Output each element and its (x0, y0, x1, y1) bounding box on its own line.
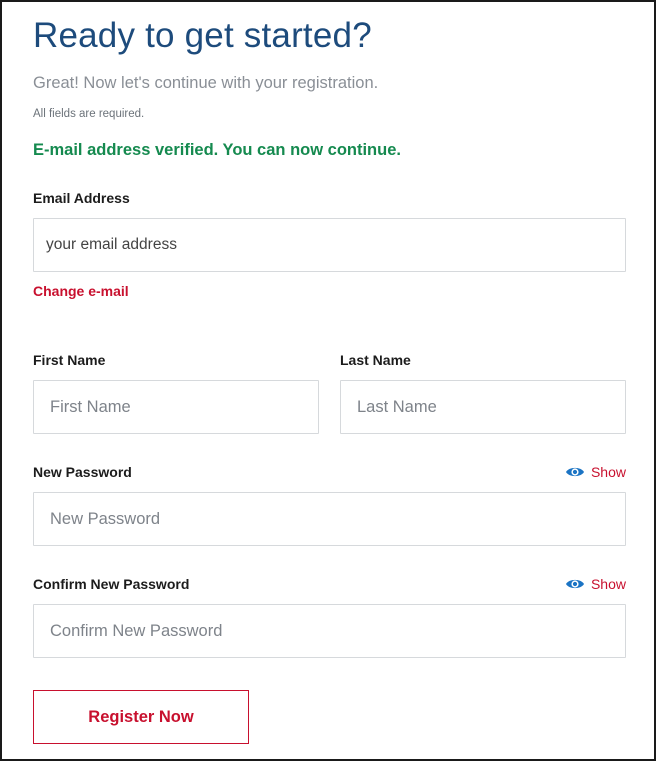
page-subtitle: Great! Now let's continue with your regi… (33, 74, 379, 92)
confirm-password-label: Confirm New Password (33, 576, 190, 592)
email-verified-message: E-mail address verified. You can now con… (33, 141, 401, 159)
required-fields-note: All fields are required. (33, 108, 145, 120)
confirm-password-show-toggle[interactable]: Show (565, 576, 626, 592)
new-password-field[interactable] (33, 492, 626, 546)
eye-icon (565, 465, 585, 479)
first-name-label: First Name (33, 352, 106, 368)
page-title: Ready to get started? (33, 16, 372, 55)
confirm-password-field[interactable] (33, 604, 626, 658)
register-now-button[interactable]: Register Now (33, 690, 249, 744)
eye-icon (565, 577, 585, 591)
change-email-link[interactable]: Change e-mail (33, 283, 129, 299)
show-label: Show (590, 576, 626, 592)
registration-form: Ready to get started? Great! Now let's c… (0, 0, 656, 761)
new-password-show-toggle[interactable]: Show (565, 464, 626, 480)
email-label: Email Address (33, 190, 130, 206)
last-name-label: Last Name (340, 352, 411, 368)
first-name-field[interactable] (33, 380, 319, 434)
new-password-label: New Password (33, 464, 132, 480)
email-field[interactable] (33, 218, 626, 272)
show-label: Show (590, 464, 626, 480)
last-name-field[interactable] (340, 380, 626, 434)
